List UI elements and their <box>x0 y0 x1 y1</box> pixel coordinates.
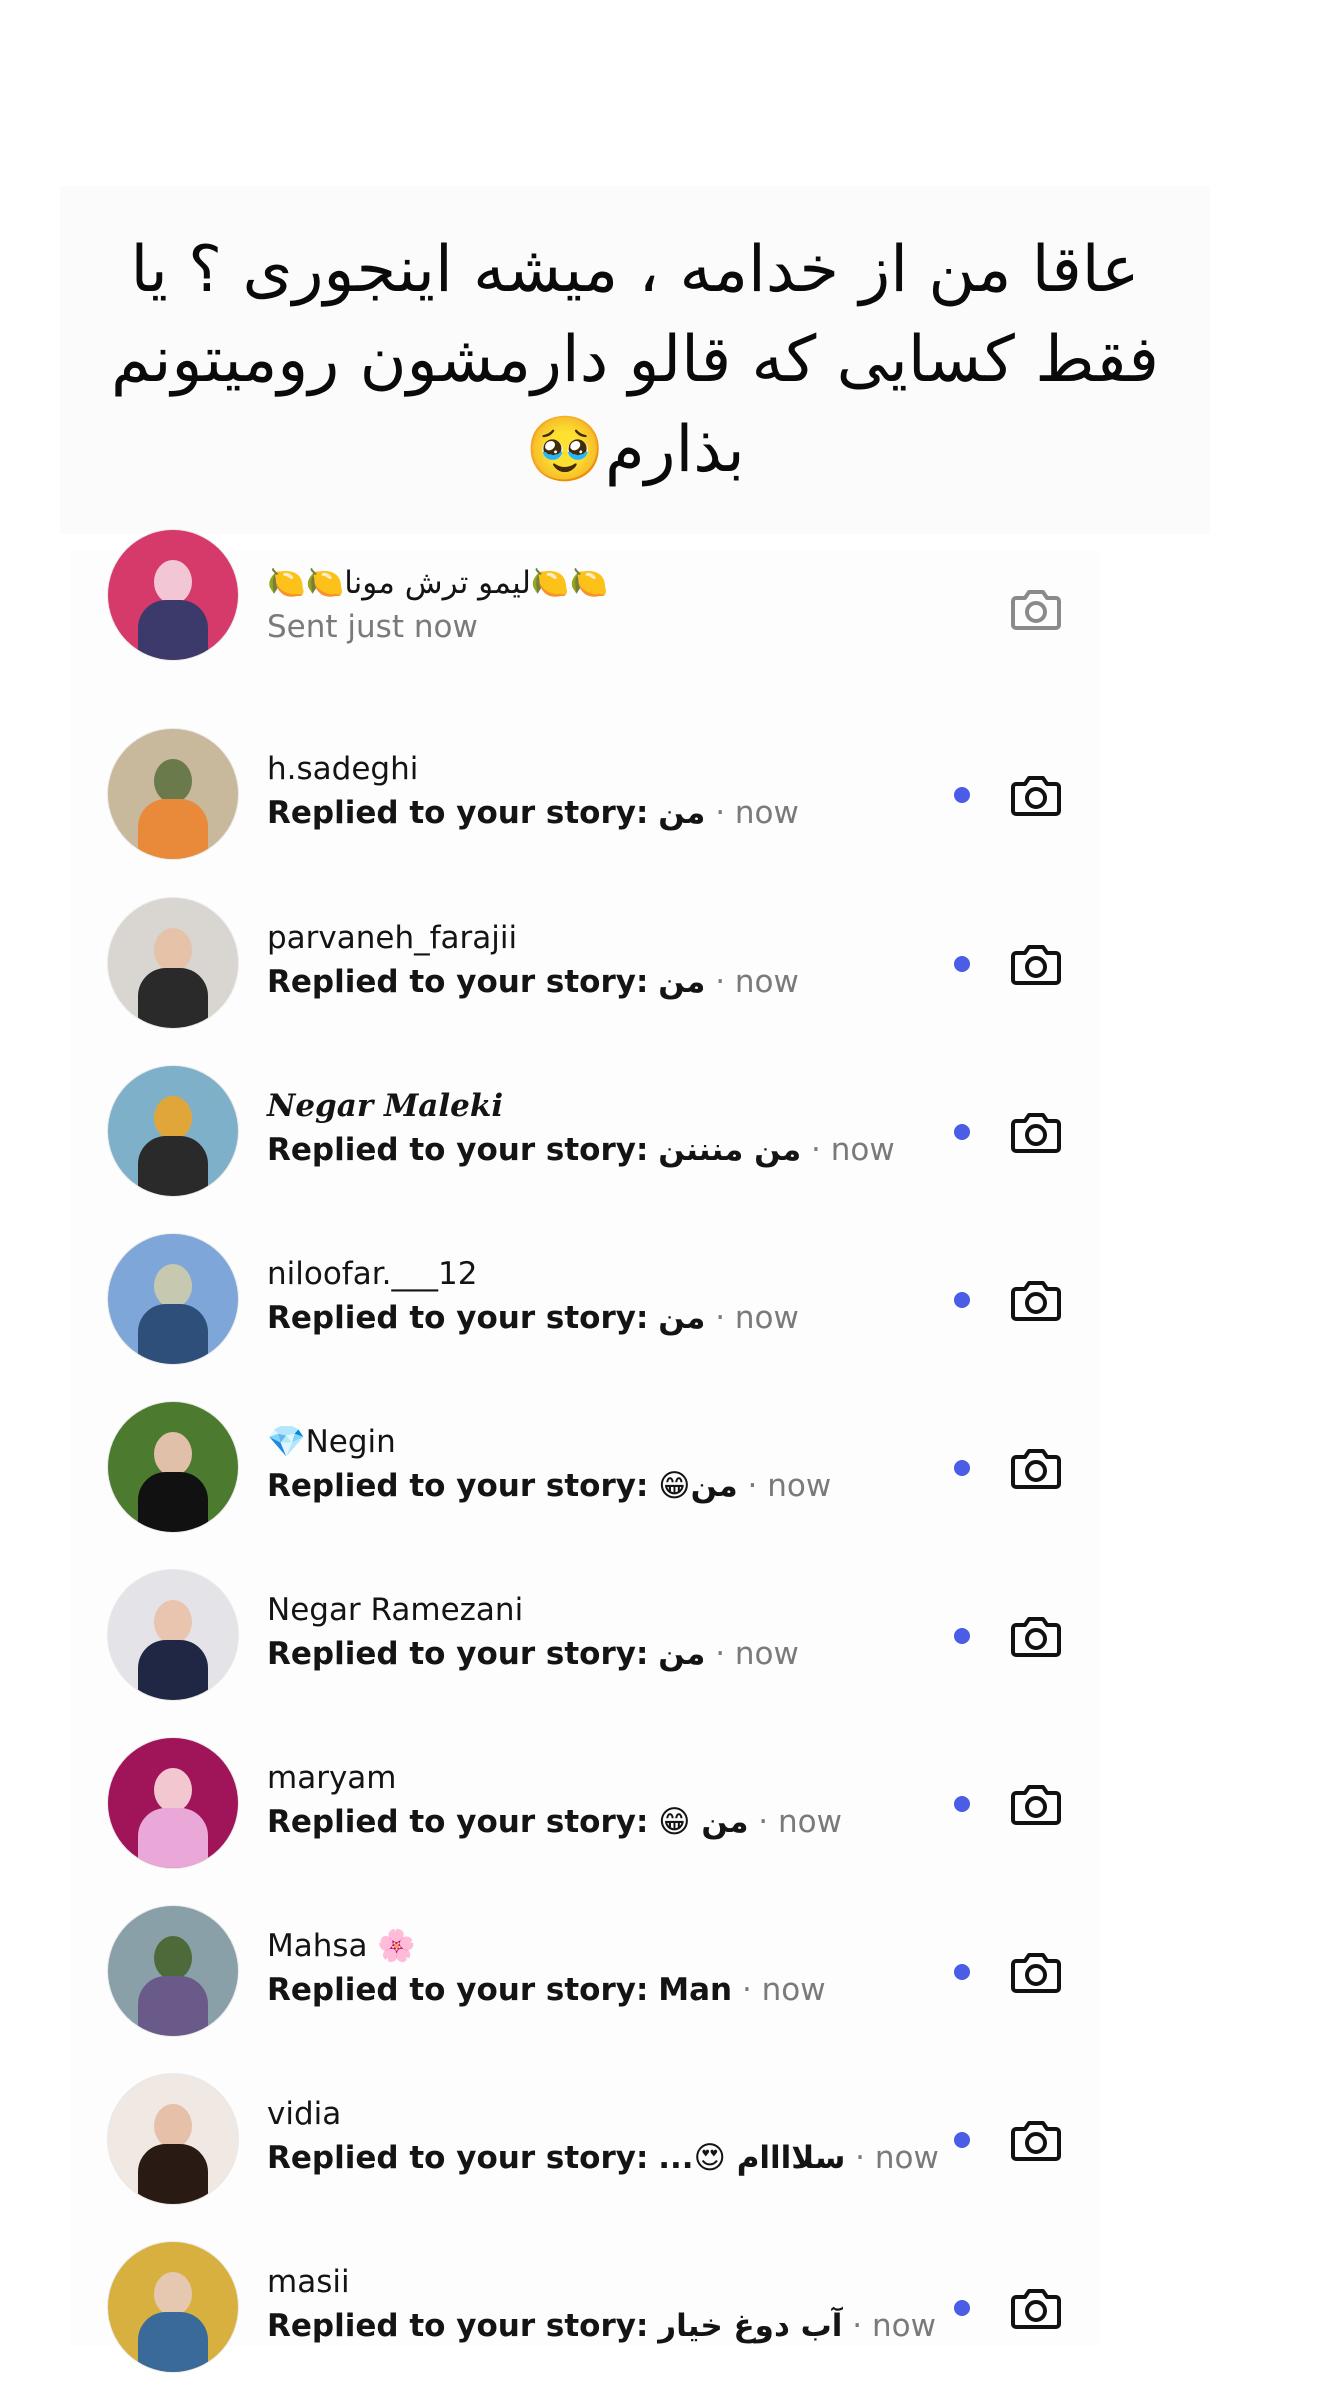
reply-text: Replied to your story: 😁 من · now <box>267 1799 967 1845</box>
timestamp: · now <box>811 1132 895 1168</box>
avatar[interactable] <box>108 1402 238 1532</box>
activity-list: 🍋🍋لیمو ترش مونا🍋🍋 Sent just now h.sadegh… <box>70 530 1100 2372</box>
reply-label: Replied to your story: <box>267 1132 649 1168</box>
camera-icon[interactable] <box>1008 766 1064 822</box>
list-item[interactable]: 💎Negin Replied to your story: 😁من · now <box>70 1383 1100 1551</box>
camera-icon[interactable] <box>1008 580 1064 636</box>
reply-label: Replied to your story: <box>267 2140 649 2176</box>
unread-dot <box>954 1964 970 1980</box>
reply-message: من <box>658 964 706 1000</box>
unread-dot <box>954 956 970 972</box>
avatar[interactable] <box>108 1066 238 1196</box>
reply-message: Man <box>658 1972 733 2008</box>
timestamp: · now <box>715 964 799 1000</box>
list-item[interactable]: vidia Replied to your story: ...😍 سلاااا… <box>70 2055 1100 2223</box>
reply-message: من <box>658 795 706 831</box>
username: masii <box>267 2264 350 2300</box>
list-item[interactable]: Mahsa 🌸 Replied to your story: Man · now <box>70 1887 1100 2055</box>
username: niloofar.___12 <box>267 1256 478 1292</box>
camera-icon[interactable] <box>1008 1775 1064 1831</box>
avatar[interactable] <box>108 1234 238 1364</box>
story-caption: عاقا من از خدامه ، میشه اینجوری ؟ یا فقط… <box>60 186 1210 534</box>
reply-text: Replied to your story: ...😍 سلاااام · no… <box>267 2135 967 2181</box>
username: vidia <box>267 2096 342 2132</box>
reply-message: من <box>658 1636 706 1672</box>
reply-label: Replied to your story: <box>267 2308 649 2344</box>
list-item[interactable]: maryam Replied to your story: 😁 من · now <box>70 1719 1100 1887</box>
reply-text: Replied to your story: Man · now <box>267 1967 967 2013</box>
reply-label: Replied to your story: <box>267 1300 649 1336</box>
avatar[interactable] <box>108 1570 238 1700</box>
camera-icon[interactable] <box>1008 1103 1064 1159</box>
username: Negar Maleki <box>267 1088 504 1124</box>
reply-message: من منننن <box>658 1132 802 1168</box>
reply-label: Replied to your story: <box>267 1636 649 1672</box>
camera-icon[interactable] <box>1008 2279 1064 2335</box>
reply-text: Replied to your story: من · now <box>267 1295 967 1341</box>
unread-dot <box>954 1796 970 1812</box>
camera-icon[interactable] <box>1008 1439 1064 1495</box>
username: h.sadeghi <box>267 751 419 787</box>
camera-icon[interactable] <box>1008 2111 1064 2167</box>
timestamp: · now <box>715 795 799 831</box>
status-text: Sent just now <box>267 609 478 645</box>
unread-dot <box>954 1460 970 1476</box>
reply-label: Replied to your story: <box>267 964 649 1000</box>
timestamp: · now <box>715 1636 799 1672</box>
timestamp: · now <box>852 2308 936 2344</box>
unread-dot <box>954 1124 970 1140</box>
username: 💎Negin <box>267 1424 396 1460</box>
avatar[interactable] <box>108 729 238 859</box>
reply-label: Replied to your story: <box>267 1972 649 2008</box>
reply-text: Replied to your story: من منننن · now <box>267 1127 967 1173</box>
reply-message: 😁من <box>658 1468 738 1504</box>
caption-text: عاقا من از خدامه ، میشه اینجوری ؟ یا فقط… <box>111 233 1159 487</box>
camera-icon[interactable] <box>1008 1943 1064 1999</box>
reply-text: Replied to your story: 😁من · now <box>267 1463 967 1509</box>
reply-text: Replied to your story: من · now <box>267 1631 967 1677</box>
avatar[interactable] <box>108 898 238 1028</box>
list-item[interactable]: parvaneh_farajii Replied to your story: … <box>70 879 1100 1047</box>
reply-message: 😁 من <box>658 1804 749 1840</box>
avatar[interactable] <box>108 2074 238 2204</box>
list-item[interactable]: niloofar.___12 Replied to your story: من… <box>70 1215 1100 1383</box>
timestamp: · now <box>715 1300 799 1336</box>
camera-icon[interactable] <box>1008 1271 1064 1327</box>
username: maryam <box>267 1760 397 1796</box>
timestamp: · now <box>741 1972 826 2008</box>
avatar[interactable] <box>108 530 238 660</box>
username: parvaneh_farajii <box>267 920 518 956</box>
reply-message: من <box>658 1300 706 1336</box>
avatar[interactable] <box>108 1738 238 1868</box>
unread-dot <box>954 1628 970 1644</box>
unread-dot <box>954 1292 970 1308</box>
username: Negar Ramezani <box>267 1592 524 1628</box>
list-item[interactable]: Negar Ramezani Replied to your story: من… <box>70 1551 1100 1719</box>
reply-text: Replied to your story: من · now <box>267 790 967 836</box>
username: 🍋🍋لیمو ترش مونا🍋🍋 <box>267 565 609 601</box>
username: Mahsa 🌸 <box>267 1928 416 1964</box>
reply-message: ...😍 سلاااام <box>658 2140 846 2176</box>
list-item[interactable]: masii Replied to your story: آب دوغ خیار… <box>70 2223 1100 2391</box>
reply-label: Replied to your story: <box>267 1468 649 1504</box>
reply-label: Replied to your story: <box>267 795 649 831</box>
avatar[interactable] <box>108 1906 238 2036</box>
reply-text: Replied to your story: آب دوغ خیار · now <box>267 2303 967 2349</box>
avatar[interactable] <box>108 2242 238 2372</box>
reply-message: آب دوغ خیار <box>658 2308 843 2344</box>
timestamp: · now <box>747 1468 832 1504</box>
timestamp: · now <box>758 1804 842 1840</box>
reply-label: Replied to your story: <box>267 1804 649 1840</box>
list-item[interactable]: h.sadeghi Replied to your story: من · no… <box>70 710 1100 878</box>
camera-icon[interactable] <box>1008 1607 1064 1663</box>
list-item[interactable]: Negar Maleki Replied to your story: من م… <box>70 1047 1100 1215</box>
unread-dot <box>954 2132 970 2148</box>
camera-icon[interactable] <box>1008 935 1064 991</box>
reply-text: Replied to your story: من · now <box>267 959 967 1005</box>
unread-dot <box>954 2300 970 2316</box>
list-item[interactable]: 🍋🍋لیمو ترش مونا🍋🍋 Sent just now <box>70 530 1100 716</box>
timestamp: · now <box>855 2140 939 2176</box>
unread-dot <box>954 787 970 803</box>
